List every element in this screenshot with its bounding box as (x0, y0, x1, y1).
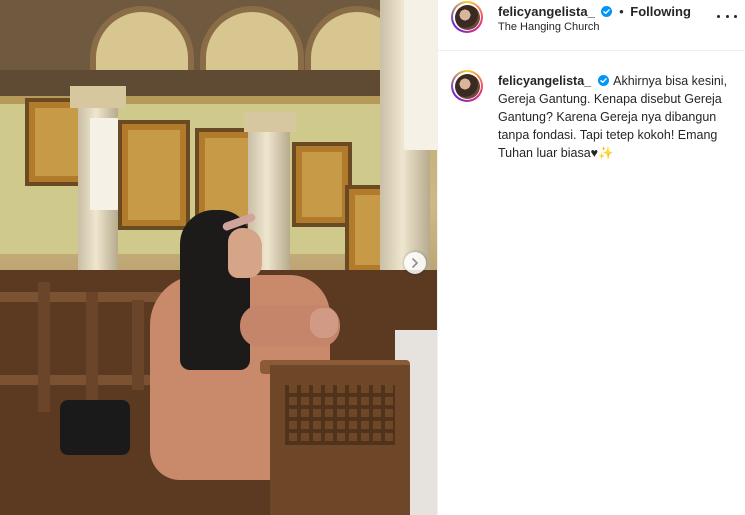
caption: felicyangelista_ Akhirnya bisa kesini, G… (498, 72, 733, 162)
post-header: felicyangelista_ • Following The Hanging… (438, 0, 745, 51)
photo-column-capital (70, 86, 126, 108)
photo-person-face (228, 228, 262, 278)
photo-icon-painting (118, 120, 190, 230)
avatar-image (454, 4, 480, 30)
next-photo-button[interactable] (404, 252, 426, 274)
photo-column-capital (244, 112, 296, 132)
photo-banner (90, 118, 118, 210)
avatar[interactable] (451, 1, 483, 33)
caption-avatar[interactable] (451, 70, 483, 102)
chevron-right-icon (412, 258, 418, 268)
photo-banner (404, 0, 437, 150)
location-link[interactable]: The Hanging Church (498, 21, 600, 33)
photo-person-hands (310, 308, 338, 338)
photo-pew-post (86, 292, 98, 402)
post-side-panel: felicyangelista_ • Following The Hanging… (437, 0, 745, 515)
following-button[interactable]: Following (630, 4, 691, 19)
verified-badge-icon (601, 6, 613, 17)
verified-badge-icon (598, 75, 610, 86)
header-user-line: felicyangelista_ • Following (498, 4, 691, 19)
avatar-image (454, 73, 480, 99)
post-photo[interactable] (0, 0, 437, 515)
username-link[interactable]: felicyangelista_ (498, 4, 595, 19)
photo-icon-painting (292, 142, 352, 227)
photo-pew-post (132, 300, 144, 390)
photo-bag (60, 400, 130, 455)
photo-beam (0, 70, 410, 96)
caption-username-link[interactable]: felicyangelista_ (498, 74, 591, 88)
more-options-icon[interactable] (717, 8, 737, 24)
photo-pew-lattice (285, 385, 395, 445)
separator-dot: • (619, 4, 624, 19)
photo-pew-post (38, 282, 50, 412)
